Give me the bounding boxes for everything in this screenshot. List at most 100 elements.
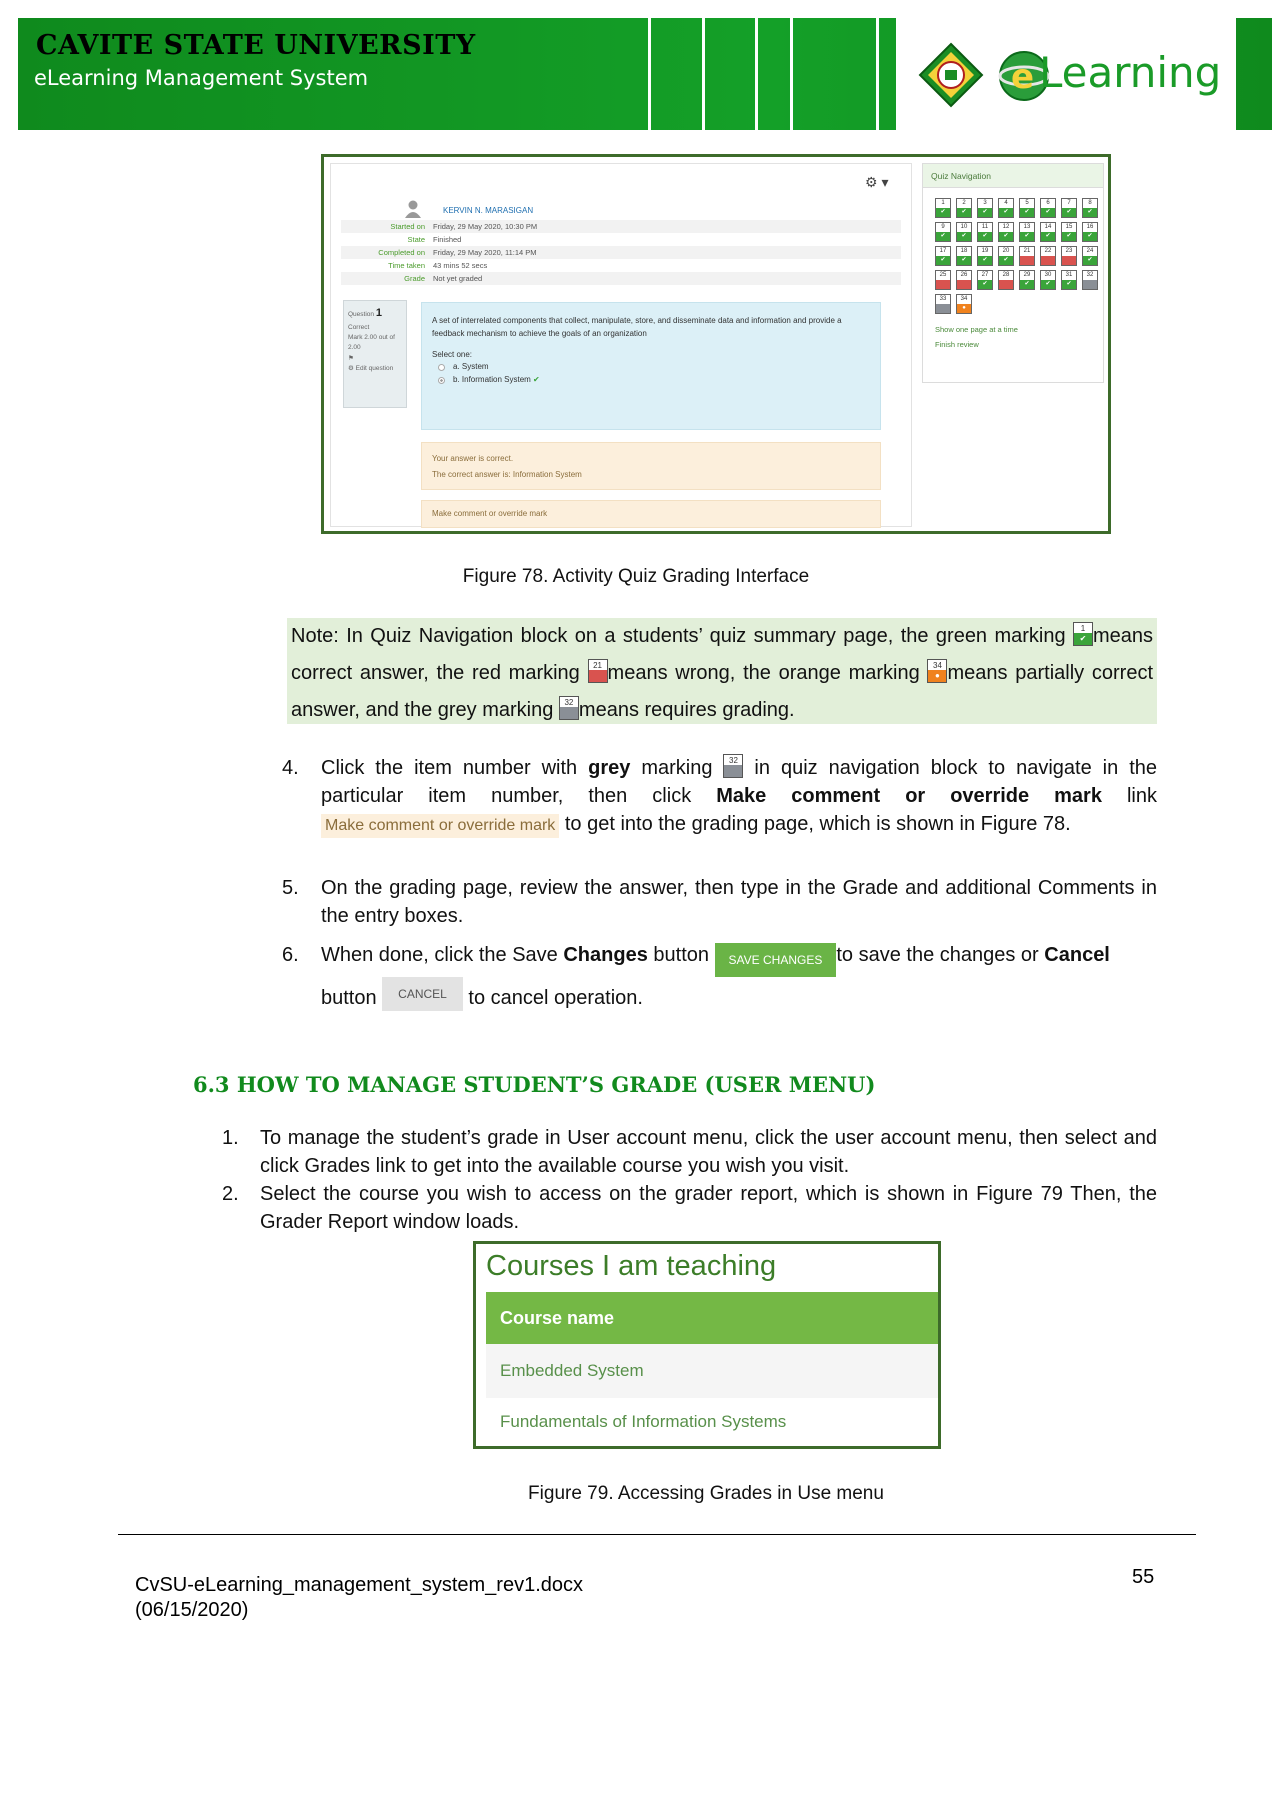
quiz-nav-item[interactable]: 32 xyxy=(1082,270,1098,290)
quiz-nav-item[interactable]: 31 ✔ xyxy=(1061,270,1077,290)
figure-78-caption: Figure 78. Activity Quiz Grading Interfa… xyxy=(462,566,810,587)
quiz-nav-item[interactable]: 33 xyxy=(935,294,951,314)
quiz-nav-number: 22 xyxy=(1044,248,1052,254)
attempt-summary-table: Started on Friday, 29 May 2020, 10:30 PM … xyxy=(341,220,901,285)
select-one-label: Select one: xyxy=(432,349,473,359)
quiz-nav-item[interactable]: 21 xyxy=(1019,246,1035,266)
course-link[interactable]: Embedded System xyxy=(486,1344,938,1398)
summary-value: Finished xyxy=(433,235,462,244)
step-number: 5. xyxy=(282,877,299,899)
summary-label: Time taken xyxy=(388,261,425,270)
step-bold: Make comment or override mark xyxy=(716,785,1102,807)
student-name[interactable]: KERVIN N. MARASIGAN xyxy=(443,206,533,215)
show-one-page-link[interactable]: Show one page at a time xyxy=(935,322,1018,337)
quiz-nav-item[interactable]: 24 ✔ xyxy=(1082,246,1098,266)
quiz-nav-item[interactable]: 17 ✔ xyxy=(935,246,951,266)
quiz-nav-item[interactable]: 28 xyxy=(998,270,1014,290)
course-link[interactable]: Fundamentals of Information Systems xyxy=(486,1398,938,1446)
quiz-nav-item[interactable]: 8 ✔ xyxy=(1082,198,1098,218)
check-icon: ✔ xyxy=(1073,633,1092,645)
quiz-nav-number: 4 xyxy=(1004,200,1008,206)
quiz-nav-item[interactable]: 6 ✔ xyxy=(1040,198,1056,218)
step-5: 5. On the grading page, review the answer… xyxy=(282,874,1157,930)
quiz-nav-item[interactable]: 5 ✔ xyxy=(1019,198,1035,218)
summary-value: Friday, 29 May 2020, 11:14 PM xyxy=(433,248,537,257)
flag-icon[interactable]: ⚑ xyxy=(348,355,354,362)
quiz-nav-item[interactable]: 7 ✔ xyxy=(1061,198,1077,218)
banner-stripe xyxy=(648,18,651,130)
step-text: Click the item number with xyxy=(321,757,589,779)
banner-stripe xyxy=(876,18,879,130)
quiz-nav-item[interactable]: 2 ✔ xyxy=(956,198,972,218)
quiz-nav-number: 2 xyxy=(962,200,966,206)
footer-filename: CvSU-eLearning_management_system_rev1.do… xyxy=(135,1574,584,1596)
quiz-nav-number: 33 xyxy=(939,296,947,302)
quiz-nav-item[interactable]: 13 ✔ xyxy=(1019,222,1035,242)
quiz-nav-item[interactable]: 19 ✔ xyxy=(977,246,993,266)
step-text: button xyxy=(647,944,715,966)
question-text: A set of interrelated components that co… xyxy=(432,316,842,338)
quiz-nav-item[interactable]: 15 ✔ xyxy=(1061,222,1077,242)
quiz-nav-status-icon: ✔ xyxy=(1083,232,1097,241)
quiz-nav-status-icon xyxy=(1083,280,1097,289)
question-mark: Mark 2.00 out of 2.00 xyxy=(348,333,395,352)
edit-question-link[interactable]: ⚙ Edit question xyxy=(348,365,393,372)
quiz-nav-item[interactable]: 27 ✔ xyxy=(977,270,993,290)
section-item-2: 2. Select the course you wish to access … xyxy=(222,1180,1157,1236)
quiz-nav-item[interactable]: 16 ✔ xyxy=(1082,222,1098,242)
step-text: to save the changes or xyxy=(836,944,1045,966)
quiz-nav-item[interactable]: 3 ✔ xyxy=(977,198,993,218)
quiz-navigation-title: Quiz Navigation xyxy=(923,164,1103,188)
quiz-nav-item[interactable]: 22 xyxy=(1040,246,1056,266)
gear-icon[interactable]: ⚙ ▾ xyxy=(865,174,888,191)
quiz-nav-item[interactable]: 14 ✔ xyxy=(1040,222,1056,242)
summary-row: Completed on Friday, 29 May 2020, 11:14 P… xyxy=(341,246,901,259)
radio-button[interactable] xyxy=(438,376,445,384)
quiz-nav-item[interactable]: 11 ✔ xyxy=(977,222,993,242)
quiz-nav-number: 18 xyxy=(960,248,968,254)
quiz-nav-status-icon: ✔ xyxy=(1020,208,1034,217)
option-a[interactable]: a. System xyxy=(438,361,870,374)
quiz-nav-item[interactable]: 12 ✔ xyxy=(998,222,1014,242)
quiz-nav-item[interactable]: 29 ✔ xyxy=(1019,270,1035,290)
option-b[interactable]: b. Information System ✔ xyxy=(438,374,870,387)
make-comment-link[interactable]: Make comment or override mark xyxy=(421,500,881,528)
step-bold: grey xyxy=(588,757,631,779)
quiz-nav-item[interactable]: 20 ✔ xyxy=(998,246,1014,266)
step-text: to get into the grading page, which is s… xyxy=(559,813,1071,835)
quiz-nav-number: 15 xyxy=(1065,224,1073,230)
quiz-nav-status-icon: ✔ xyxy=(936,208,950,217)
footer-date: (06/15/2020) xyxy=(135,1599,249,1621)
quiz-nav-item[interactable]: 1 ✔ xyxy=(935,198,951,218)
quiz-nav-number: 19 xyxy=(981,248,989,254)
step-bold: Changes xyxy=(563,944,648,966)
quiz-nav-item[interactable]: 10 ✔ xyxy=(956,222,972,242)
quiz-nav-number: 23 xyxy=(1065,248,1073,254)
quiz-nav-number: 16 xyxy=(1086,224,1094,230)
system-name: eLearning Management System xyxy=(34,66,369,90)
course-name-header: Course name xyxy=(486,1292,938,1344)
quiz-nav-item[interactable]: 4 ✔ xyxy=(998,198,1014,218)
finish-review-link[interactable]: Finish review xyxy=(935,337,1018,352)
banner-stripe xyxy=(755,18,758,130)
note-text: means wrong, the orange marking xyxy=(607,662,928,684)
quiz-nav-item[interactable]: 34 ● xyxy=(956,294,972,314)
item-number: 1. xyxy=(222,1127,239,1149)
quiz-nav-item[interactable]: 9 ✔ xyxy=(935,222,951,242)
quiz-nav-item[interactable]: 30 ✔ xyxy=(1040,270,1056,290)
quiz-nav-status-icon: ✔ xyxy=(978,232,992,241)
footer-divider xyxy=(118,1534,1196,1535)
quiz-nav-item[interactable]: 18 ✔ xyxy=(956,246,972,266)
step-bold: Cancel xyxy=(1044,944,1110,966)
radio-button[interactable] xyxy=(438,363,445,371)
quiz-nav-item[interactable]: 23 xyxy=(1061,246,1077,266)
step-text: link xyxy=(1101,785,1157,807)
quiz-nav-item[interactable]: 25 xyxy=(935,270,951,290)
quiz-nav-status-icon: ✔ xyxy=(1020,232,1034,241)
feedback-box: Your answer is correct. The correct answ… xyxy=(421,442,881,490)
quiz-nav-item[interactable]: 26 xyxy=(956,270,972,290)
quiz-nav-status-icon: ✔ xyxy=(957,232,971,241)
quiz-nav-number: 27 xyxy=(981,272,989,278)
quiz-nav-status-icon: ✔ xyxy=(936,232,950,241)
grey-marker-icon: 32 xyxy=(558,696,579,720)
